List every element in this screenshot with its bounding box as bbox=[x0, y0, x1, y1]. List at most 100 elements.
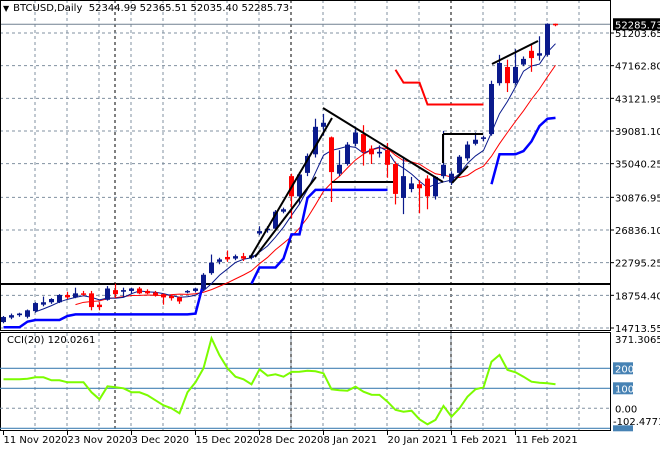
candle-bullish bbox=[489, 83, 494, 135]
moving-average-fast bbox=[35, 43, 556, 313]
candle-bearish bbox=[113, 290, 118, 295]
cci-axis-zero: 0.00 bbox=[615, 404, 637, 415]
candle-bullish bbox=[281, 209, 286, 212]
candle-bullish bbox=[9, 315, 14, 318]
chart-canvas[interactable]: 51203.6547162.8043121.9539081.1035040.25… bbox=[0, 0, 660, 450]
open-price: 52344.99 bbox=[88, 3, 137, 14]
price-axis-label: 26836.10 bbox=[615, 226, 660, 237]
date-axis-label: 20 Jan 2021 bbox=[388, 435, 448, 446]
candle-bullish bbox=[337, 164, 342, 174]
date-axis-label: 11 Nov 2020 bbox=[4, 435, 68, 446]
candle-bullish bbox=[345, 144, 350, 164]
cci-axis-max: 371.3065 bbox=[615, 335, 660, 346]
cci-line bbox=[3, 335, 556, 426]
high-price: 52365.51 bbox=[139, 3, 188, 14]
candle-bearish bbox=[65, 294, 70, 298]
candle-bullish bbox=[193, 288, 198, 291]
candle-bearish bbox=[225, 256, 230, 260]
date-axis-label: 11 Feb 2021 bbox=[516, 435, 578, 446]
candle-bullish bbox=[1, 317, 6, 323]
low-price: 52035.40 bbox=[190, 3, 239, 14]
candle-bearish bbox=[97, 304, 102, 308]
candle-bullish bbox=[441, 164, 446, 177]
cci-level-label: 200 bbox=[615, 364, 634, 375]
candle-bullish bbox=[73, 293, 78, 298]
candle-bullish bbox=[513, 66, 518, 84]
date-axis-label: 23 Nov 2020 bbox=[68, 435, 132, 446]
candle-bearish bbox=[369, 148, 374, 155]
trendline[interactable] bbox=[254, 176, 317, 258]
candle-bearish bbox=[329, 137, 334, 173]
candle-bearish bbox=[137, 288, 142, 294]
candle-bullish bbox=[457, 156, 462, 173]
candle-bearish bbox=[145, 290, 150, 294]
candle-bearish bbox=[553, 23, 558, 26]
price-axis-label: 30876.95 bbox=[615, 193, 660, 204]
candle-bullish bbox=[321, 122, 326, 127]
price-axis-label: 22795.25 bbox=[615, 259, 660, 270]
candle-bearish bbox=[81, 293, 86, 295]
candle-bullish bbox=[57, 294, 62, 303]
candle-bullish bbox=[465, 144, 470, 159]
date-axis-label: 8 Jan 2021 bbox=[324, 435, 378, 446]
candle-bullish bbox=[25, 310, 30, 317]
candle-bearish bbox=[241, 256, 246, 259]
triangle-down-icon[interactable]: ▼ bbox=[3, 4, 9, 13]
symbol-timeframe: BTCUSD,Daily bbox=[13, 3, 83, 14]
date-axis-label: 1 Feb 2021 bbox=[452, 435, 508, 446]
candle-bearish bbox=[153, 292, 158, 296]
candle-bearish bbox=[385, 150, 390, 165]
candle-bullish bbox=[17, 313, 22, 316]
candle-bearish bbox=[417, 184, 422, 189]
candle-bullish bbox=[409, 183, 414, 190]
candle-bullish bbox=[129, 288, 134, 291]
candle-bearish bbox=[505, 66, 510, 84]
candle-bearish bbox=[425, 178, 430, 197]
price-axis-label: 35040.25 bbox=[615, 160, 660, 171]
candle-bullish bbox=[401, 176, 406, 198]
price-axis-label: 47162.80 bbox=[615, 62, 660, 73]
candle-bullish bbox=[105, 288, 110, 300]
close-price: 52285.73 bbox=[241, 3, 290, 14]
price-axis-label: 39081.10 bbox=[615, 127, 660, 138]
current-price-label: 52285.73 bbox=[615, 20, 660, 31]
candle-bullish bbox=[433, 176, 438, 197]
candle-bearish bbox=[393, 163, 398, 194]
candle-bearish bbox=[177, 297, 182, 302]
candle-bullish bbox=[41, 302, 46, 305]
candle-bullish bbox=[497, 62, 502, 84]
candle-bullish bbox=[545, 23, 550, 55]
cci-panel-frame bbox=[0, 332, 611, 431]
cci-axis-min: -102.4771 bbox=[613, 417, 660, 428]
resistance-step-line bbox=[394, 69, 484, 106]
cci-level-label: 100 bbox=[615, 384, 634, 395]
chart-header: ▼ BTCUSD,Daily 52344.99 52365.51 52035.40… bbox=[3, 3, 289, 14]
candle-bearish bbox=[161, 294, 166, 298]
candle-bearish bbox=[169, 295, 174, 299]
candle-bullish bbox=[377, 151, 382, 154]
candle-bearish bbox=[529, 50, 534, 59]
candle-bullish bbox=[257, 231, 262, 234]
candle-bullish bbox=[49, 299, 54, 303]
price-axis-label: 14713.55 bbox=[615, 324, 660, 335]
price-axis-label: 43121.95 bbox=[615, 94, 660, 105]
candle-bullish bbox=[521, 58, 526, 65]
candle-bullish bbox=[209, 262, 214, 274]
candle-bearish bbox=[361, 134, 366, 152]
candle-bullish bbox=[201, 274, 206, 290]
price-axis-label: 18754.40 bbox=[615, 291, 660, 302]
candle-bullish bbox=[121, 290, 126, 292]
moving-average-slow bbox=[75, 64, 556, 306]
candle-bullish bbox=[33, 303, 38, 312]
candle-bullish bbox=[481, 137, 486, 139]
candle-bullish bbox=[233, 256, 238, 259]
candle-bullish bbox=[473, 139, 478, 144]
date-axis-label: 15 Dec 2020 bbox=[196, 435, 260, 446]
candle-bearish bbox=[89, 293, 94, 308]
candle-bullish bbox=[217, 259, 222, 262]
date-axis-label: 3 Dec 2020 bbox=[132, 435, 190, 446]
date-axis-label: 28 Dec 2020 bbox=[260, 435, 324, 446]
candle-bullish bbox=[185, 290, 190, 293]
cci-title: CCI(20) 120.0261 bbox=[7, 335, 96, 346]
candle-bullish bbox=[537, 53, 542, 56]
